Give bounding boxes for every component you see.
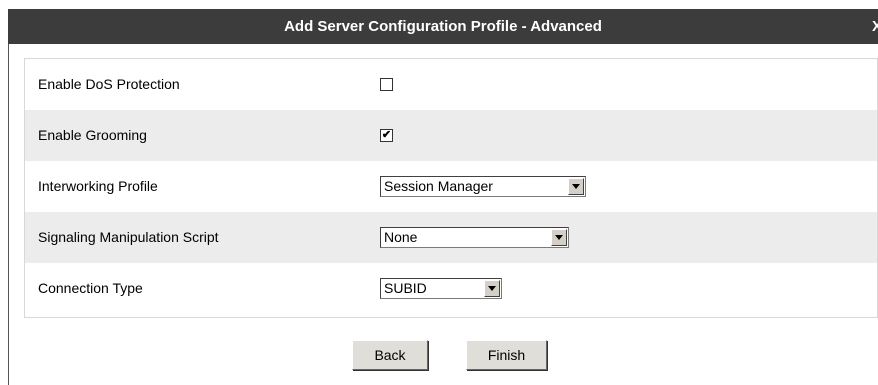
enable-dos-protection-label: Enable DoS Protection bbox=[38, 76, 180, 92]
row-connection-type: Connection Type SUBID bbox=[25, 263, 877, 314]
enable-grooming-label: Enable Grooming bbox=[38, 127, 147, 143]
back-button[interactable]: Back bbox=[352, 340, 428, 370]
interworking-profile-select[interactable]: Session Manager bbox=[380, 176, 586, 197]
dialog-border bbox=[8, 44, 9, 385]
row-signaling-manipulation-script: Signaling Manipulation Script None bbox=[25, 212, 877, 263]
signaling-manipulation-script-select[interactable]: None bbox=[380, 227, 569, 248]
dialog: Add Server Configuration Profile - Advan… bbox=[0, 0, 878, 385]
enable-dos-protection-checkbox[interactable] bbox=[380, 78, 393, 91]
finish-button[interactable]: Finish bbox=[466, 340, 547, 370]
enable-grooming-checkbox[interactable]: ✔ bbox=[380, 129, 393, 142]
interworking-profile-value: Session Manager bbox=[384, 178, 493, 194]
connection-type-value: SUBID bbox=[384, 280, 427, 296]
chevron-down-icon[interactable] bbox=[568, 178, 584, 195]
interworking-profile-label: Interworking Profile bbox=[38, 178, 158, 194]
dialog-titlebar: Add Server Configuration Profile - Advan… bbox=[8, 9, 878, 44]
form-panel: Enable DoS Protection Enable Grooming ✔ … bbox=[24, 58, 878, 318]
connection-type-label: Connection Type bbox=[38, 280, 143, 296]
signaling-manipulation-script-label: Signaling Manipulation Script bbox=[38, 229, 219, 245]
signaling-manipulation-script-value: None bbox=[384, 229, 418, 245]
row-enable-dos-protection: Enable DoS Protection bbox=[25, 59, 877, 110]
close-icon[interactable]: X bbox=[872, 9, 878, 44]
row-interworking-profile: Interworking Profile Session Manager bbox=[25, 161, 877, 212]
dialog-title: Add Server Configuration Profile - Advan… bbox=[284, 18, 602, 35]
row-enable-grooming: Enable Grooming ✔ bbox=[25, 110, 877, 161]
chevron-down-icon[interactable] bbox=[484, 280, 500, 297]
chevron-down-icon[interactable] bbox=[551, 229, 567, 246]
connection-type-select[interactable]: SUBID bbox=[380, 278, 502, 299]
